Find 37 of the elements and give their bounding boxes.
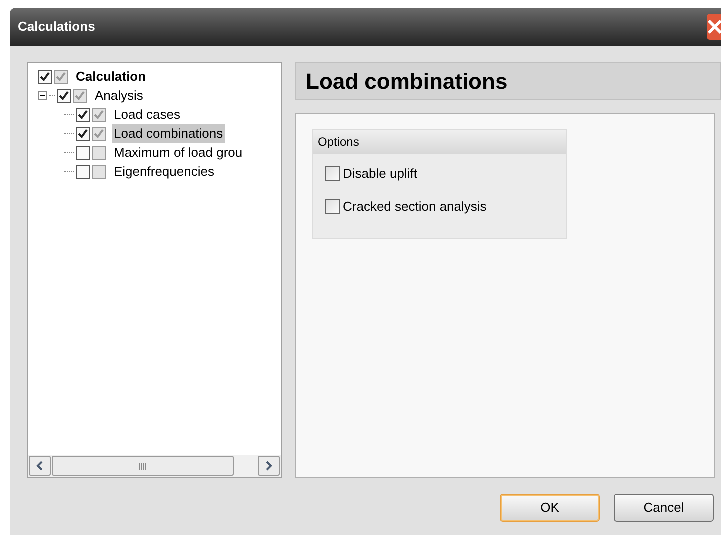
option-label: Cracked section analysis <box>343 198 487 216</box>
checkbox[interactable] <box>38 70 52 84</box>
tree-item[interactable]: Load cases <box>112 104 182 124</box>
option-label: Disable uplift <box>343 165 418 183</box>
checkbox[interactable] <box>92 126 106 140</box>
tree-item[interactable]: Maximum of load grou <box>112 142 245 162</box>
checkbox[interactable] <box>76 164 90 178</box>
checkbox[interactable] <box>92 146 106 160</box>
dialog-button[interactable]: OK <box>500 494 600 522</box>
checkbox[interactable] <box>57 88 71 102</box>
checkbox[interactable] <box>76 108 90 122</box>
checkbox[interactable] <box>76 146 90 160</box>
checkbox[interactable] <box>73 88 87 102</box>
group-title: Options <box>318 134 360 151</box>
horizontal-scrollbar[interactable] <box>28 455 281 477</box>
checkbox[interactable] <box>325 198 340 214</box>
close-icon <box>707 19 721 35</box>
chevron-left-icon <box>36 461 44 471</box>
chevron-right-icon <box>265 461 273 471</box>
tree-item[interactable]: Load combinations <box>112 124 226 144</box>
collapse-toggle[interactable] <box>38 91 47 100</box>
tree-item[interactable]: Eigenfrequencies <box>112 162 216 182</box>
panel-title: Load combinations <box>306 68 508 96</box>
tree-item[interactable]: Analysis <box>93 86 146 106</box>
checkbox[interactable] <box>54 70 68 84</box>
checkbox[interactable] <box>76 126 90 140</box>
dialog-button[interactable]: Cancel <box>614 494 714 522</box>
checkbox[interactable] <box>325 166 340 182</box>
checkbox[interactable] <box>92 108 106 122</box>
tree-item[interactable]: Calculation <box>74 66 148 86</box>
grip-icon <box>139 462 147 470</box>
scroll-right-button[interactable] <box>258 456 280 476</box>
window-title: Calculations <box>18 18 96 36</box>
scroll-thumb[interactable] <box>52 456 234 476</box>
scroll-left-button[interactable] <box>29 456 51 476</box>
checkbox[interactable] <box>92 164 106 178</box>
close-button[interactable] <box>707 14 721 40</box>
